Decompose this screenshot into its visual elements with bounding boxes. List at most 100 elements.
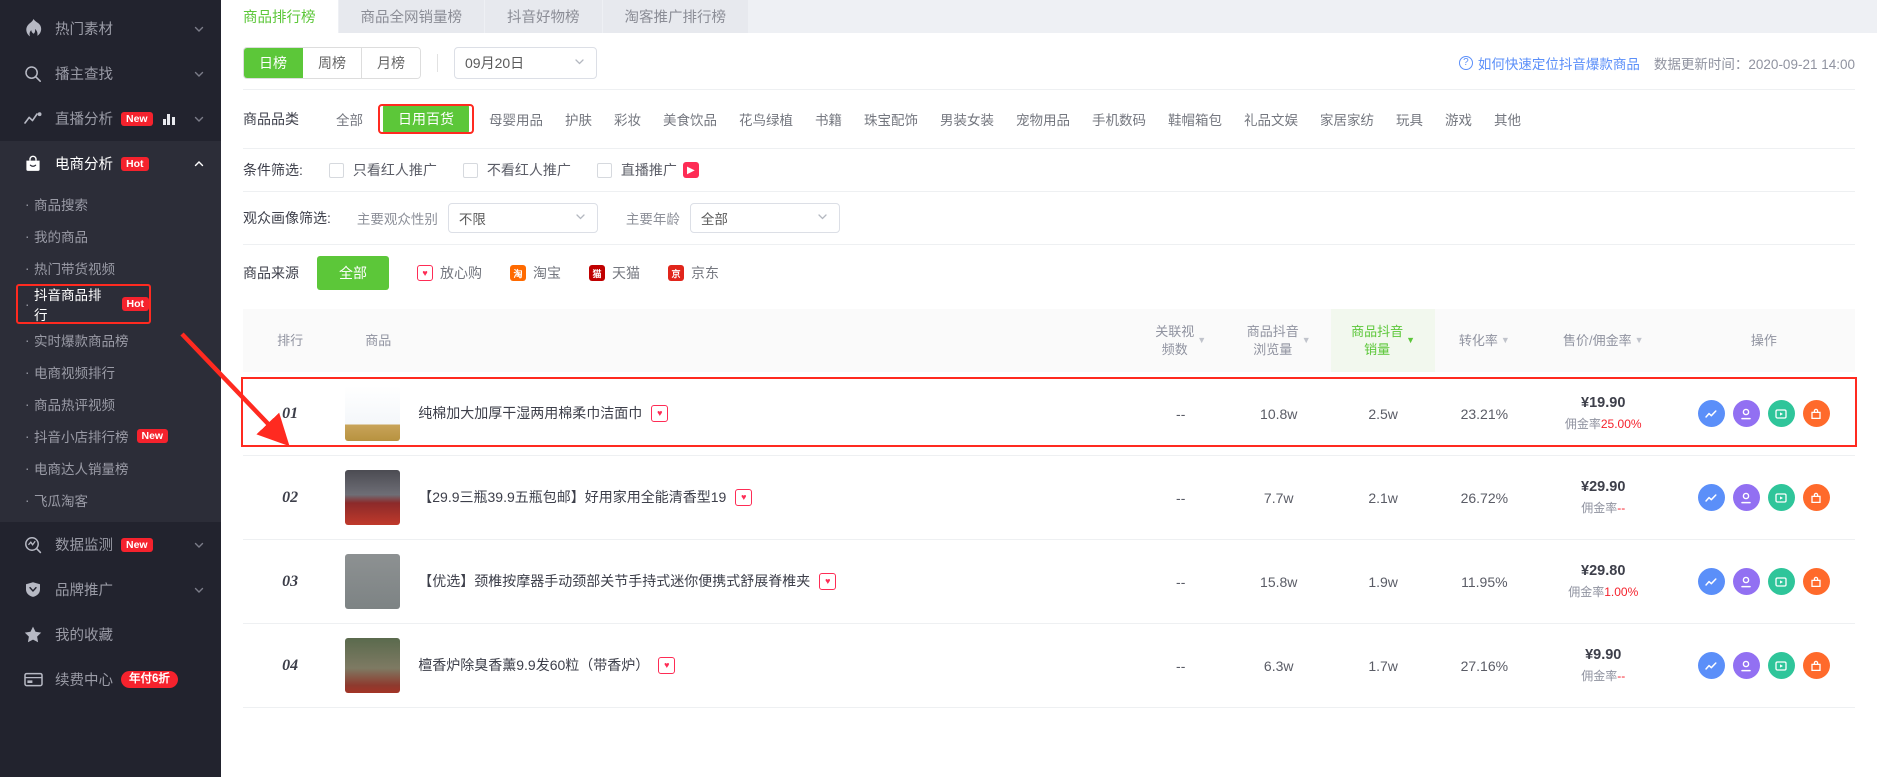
shopping-cart-icon[interactable]: ♥ bbox=[819, 573, 837, 591]
product-thumbnail[interactable] bbox=[345, 638, 401, 694]
period-weekly-button[interactable]: 周榜 bbox=[303, 48, 362, 78]
sidebar-subitem-douyin-product-ranking[interactable]: 抖音商品排行 Hot bbox=[16, 284, 151, 324]
product-thumbnail[interactable] bbox=[345, 554, 401, 610]
condition-live-promotion[interactable]: 直播推广 ▶ bbox=[596, 160, 699, 180]
sort-caret-icon-active[interactable]: ▼ bbox=[1406, 336, 1415, 345]
shop-icon[interactable] bbox=[1802, 400, 1830, 428]
condition-exclude-influencer[interactable]: 不看红人推广 bbox=[462, 160, 571, 180]
product-title[interactable]: 纯棉加大加厚干湿两用棉柔巾洁面巾 bbox=[418, 404, 642, 424]
product-thumbnail[interactable] bbox=[345, 470, 401, 526]
period-monthly-button[interactable]: 月榜 bbox=[362, 48, 420, 78]
date-picker[interactable]: 09月20日 bbox=[454, 47, 597, 79]
sidebar-subitem-my-products[interactable]: 我的商品 bbox=[0, 220, 221, 252]
sort-caret-icon[interactable]: ▼ bbox=[1501, 336, 1510, 345]
sidebar-item-anchor-search[interactable]: 播主查找 bbox=[0, 51, 221, 96]
category-home-textile[interactable]: 家居家纺 bbox=[1309, 103, 1385, 135]
source-all-button[interactable]: 全部 bbox=[317, 256, 389, 290]
sidebar-item-my-favorites[interactable]: 我的收藏 bbox=[0, 612, 221, 657]
shop-icon[interactable] bbox=[1802, 484, 1830, 512]
sidebar-subitem-hot-selling-videos[interactable]: 热门带货视频 bbox=[0, 252, 221, 284]
category-all[interactable]: 全部 bbox=[325, 103, 374, 135]
checkbox-live-promotion[interactable] bbox=[596, 162, 612, 178]
source-jd[interactable]: 京 京东 bbox=[668, 263, 719, 283]
category-jewelry[interactable]: 珠宝配饰 bbox=[853, 103, 929, 135]
sidebar-item-brand-promotion[interactable]: 品牌推广 bbox=[0, 567, 221, 612]
product-title[interactable]: 檀香炉除臭香薰9.9发60粒（带香炉） bbox=[418, 656, 649, 676]
sidebar-subitem-ecommerce-influencer-sales[interactable]: 电商达人销量榜 bbox=[0, 452, 221, 484]
tab-全网-sales-ranking[interactable]: 商品全网销量榜 bbox=[338, 0, 485, 33]
sidebar-item-live-analysis[interactable]: 直播分析 New bbox=[0, 96, 221, 141]
category-clothing[interactable]: 男装女装 bbox=[929, 103, 1005, 135]
product-title[interactable]: 【优选】颈椎按摩器手动颈部关节手持式迷你便携式舒展脊椎夹 bbox=[418, 572, 810, 592]
category-skincare[interactable]: 护肤 bbox=[554, 103, 603, 135]
product-title[interactable]: 【29.9三瓶39.9五瓶包邮】好用家用全能清香型19 bbox=[418, 488, 726, 508]
shopping-cart-icon[interactable]: ♥ bbox=[658, 657, 676, 675]
condition-only-influencer[interactable]: 只看红人推广 bbox=[328, 160, 437, 180]
category-gifts[interactable]: 礼品文娱 bbox=[1233, 103, 1309, 135]
table-row[interactable]: 04 檀香炉除臭香薰9.9发60粒（带香炉） ♥ -- 6.3w 1.7w 27… bbox=[243, 623, 1855, 709]
age-select[interactable]: 全部 bbox=[689, 203, 840, 233]
help-link[interactable]: ? 如何快速定位抖音爆款商品 bbox=[1458, 53, 1640, 73]
category-makeup[interactable]: 彩妆 bbox=[603, 103, 652, 135]
checkbox-only-influencer[interactable] bbox=[328, 162, 344, 178]
sort-caret-icon[interactable]: ▼ bbox=[1197, 336, 1206, 345]
sidebar-subitem-douyin-shop-ranking[interactable]: 抖音小店排行榜 New bbox=[0, 420, 221, 452]
tab-product-ranking[interactable]: 商品排行榜 bbox=[221, 0, 339, 33]
source-tmall[interactable]: 猫 天猫 bbox=[589, 263, 640, 283]
sidebar-subitem-ecommerce-video-ranking[interactable]: 电商视频排行 bbox=[0, 356, 221, 388]
sidebar-subitem-product-hot-comment-videos[interactable]: 商品热评视频 bbox=[0, 388, 221, 420]
category-digital[interactable]: 手机数码 bbox=[1081, 103, 1157, 135]
category-shoes-bags[interactable]: 鞋帽箱包 bbox=[1157, 103, 1233, 135]
shopping-cart-icon[interactable]: ♥ bbox=[651, 405, 669, 423]
table-row[interactable]: 02 【29.9三瓶39.9五瓶包邮】好用家用全能清香型19 ♥ -- 7.7w… bbox=[243, 455, 1855, 541]
category-food-drink[interactable]: 美食饮品 bbox=[652, 103, 728, 135]
th-video-count[interactable]: 关联视 频数 ▼ bbox=[1135, 309, 1227, 373]
influencer-icon[interactable] bbox=[1732, 568, 1760, 596]
tab-taoke-promotion-ranking[interactable]: 淘客推广排行榜 bbox=[602, 0, 749, 33]
th-price-commission[interactable]: 售价/佣金率 ▼ bbox=[1533, 309, 1673, 373]
th-sales[interactable]: 商品抖音 销量 ▼ bbox=[1331, 309, 1436, 373]
category-plants[interactable]: 花鸟绿植 bbox=[728, 103, 804, 135]
influencer-icon[interactable] bbox=[1732, 484, 1760, 512]
sidebar-item-data-monitor[interactable]: 数据监测 New bbox=[0, 522, 221, 567]
influencer-icon[interactable] bbox=[1732, 652, 1760, 680]
shop-icon[interactable] bbox=[1802, 568, 1830, 596]
period-daily-button[interactable]: 日榜 bbox=[244, 48, 303, 78]
product-thumbnail[interactable] bbox=[345, 386, 401, 442]
gender-select[interactable]: 不限 bbox=[447, 203, 598, 233]
video-play-icon[interactable] bbox=[1767, 652, 1795, 680]
category-other[interactable]: 其他 bbox=[1483, 103, 1532, 135]
sidebar-item-hot-material[interactable]: 热门素材 bbox=[0, 6, 221, 51]
table-row[interactable]: 01 纯棉加大加厚干湿两用棉柔巾洁面巾 ♥ -- 10.8w 2.5w 23.2… bbox=[243, 372, 1855, 457]
sidebar-item-ecommerce-analysis[interactable]: 电商分析 Hot bbox=[0, 141, 221, 186]
video-play-icon[interactable] bbox=[1767, 568, 1795, 596]
sidebar-subitem-feigua-taoke[interactable]: 飞瓜淘客 bbox=[0, 484, 221, 516]
category-pet[interactable]: 宠物用品 bbox=[1005, 103, 1081, 135]
source-fangxingou[interactable]: ♥ 放心购 bbox=[417, 263, 482, 283]
trend-chart-icon[interactable] bbox=[1697, 652, 1725, 680]
category-maternal[interactable]: 母婴用品 bbox=[478, 103, 554, 135]
sidebar-subitem-product-search[interactable]: 商品搜索 bbox=[0, 188, 221, 220]
sidebar-subitem-realtime-hot-products[interactable]: 实时爆款商品榜 bbox=[0, 324, 221, 356]
th-views[interactable]: 商品抖音 浏览量 ▼ bbox=[1226, 309, 1332, 373]
influencer-icon[interactable] bbox=[1732, 400, 1760, 428]
category-books[interactable]: 书籍 bbox=[804, 103, 853, 135]
source-taobao[interactable]: 淘 淘宝 bbox=[510, 263, 561, 283]
trend-chart-icon[interactable] bbox=[1697, 400, 1725, 428]
trend-chart-icon[interactable] bbox=[1697, 568, 1725, 596]
shopping-cart-icon[interactable]: ♥ bbox=[735, 489, 753, 507]
th-conversion[interactable]: 转化率 ▼ bbox=[1435, 309, 1534, 373]
table-row[interactable]: 03 【优选】颈椎按摩器手动颈部关节手持式迷你便携式舒展脊椎夹 ♥ -- 15.… bbox=[243, 539, 1855, 625]
category-games[interactable]: 游戏 bbox=[1434, 103, 1483, 135]
sidebar-item-renewal-center[interactable]: 续费中心 年付6折 bbox=[0, 657, 221, 702]
video-play-icon[interactable] bbox=[1767, 400, 1795, 428]
sort-caret-icon[interactable]: ▼ bbox=[1635, 336, 1644, 345]
category-daily-goods[interactable]: 日用百货 bbox=[383, 104, 469, 134]
sort-caret-icon[interactable]: ▼ bbox=[1302, 336, 1311, 345]
shop-icon[interactable] bbox=[1802, 652, 1830, 680]
checkbox-exclude-influencer[interactable] bbox=[462, 162, 478, 178]
video-play-icon[interactable] bbox=[1767, 484, 1795, 512]
tab-douyin-good-products[interactable]: 抖音好物榜 bbox=[485, 0, 603, 33]
trend-chart-icon[interactable] bbox=[1697, 484, 1725, 512]
category-toys[interactable]: 玩具 bbox=[1385, 103, 1434, 135]
